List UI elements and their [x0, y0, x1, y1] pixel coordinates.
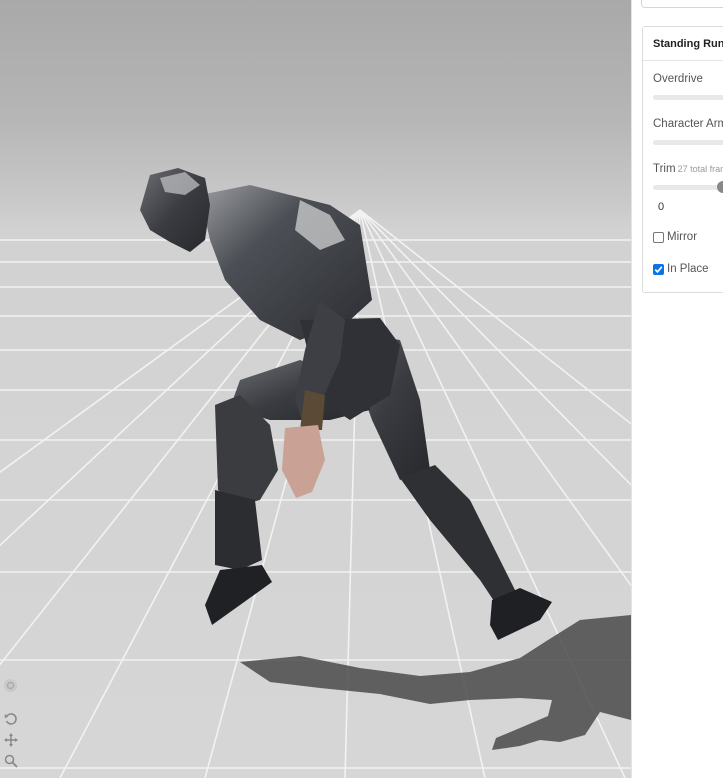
trim-label-text: Trim — [653, 163, 676, 175]
mirror-label: Mirror — [667, 231, 698, 243]
rotate-icon[interactable] — [3, 711, 18, 726]
trim-slider-handle[interactable] — [717, 181, 723, 193]
trim-frames-note: 27 total frames — [677, 164, 723, 174]
scene-canvas — [0, 168, 631, 778]
character-arm-space-label: Character Arm-Space — [653, 118, 723, 130]
zoom-icon[interactable] — [3, 753, 18, 768]
mirror-checkbox[interactable] — [653, 231, 664, 243]
in-place-label: In Place — [667, 263, 709, 275]
toolbar-button[interactable] — [641, 0, 723, 8]
character-shadow — [240, 615, 631, 750]
pan-icon[interactable] — [3, 732, 18, 747]
animation-card: Standing Run Overdrive Character Arm-Spa… — [642, 26, 723, 293]
overdrive-label: Overdrive — [653, 73, 703, 85]
in-place-option[interactable]: In Place — [653, 263, 709, 275]
character-arm-space-slider[interactable] — [653, 140, 723, 145]
trim-slider[interactable] — [653, 181, 723, 193]
character-model — [140, 168, 552, 640]
overdrive-slider[interactable] — [653, 95, 723, 100]
reset-camera-icon[interactable] — [3, 678, 18, 693]
divider — [643, 60, 723, 61]
animation-title: Standing Run — [653, 38, 723, 50]
in-place-checkbox[interactable] — [653, 263, 664, 275]
trim-start-value: 0 — [658, 201, 665, 213]
checkmark-icon — [654, 265, 663, 273]
mirror-option[interactable]: Mirror — [653, 231, 697, 243]
3d-viewport[interactable] — [0, 0, 631, 778]
trim-label: Trim27 total frames — [653, 163, 723, 175]
animation-settings-panel: Standing Run Overdrive Character Arm-Spa… — [631, 0, 723, 778]
